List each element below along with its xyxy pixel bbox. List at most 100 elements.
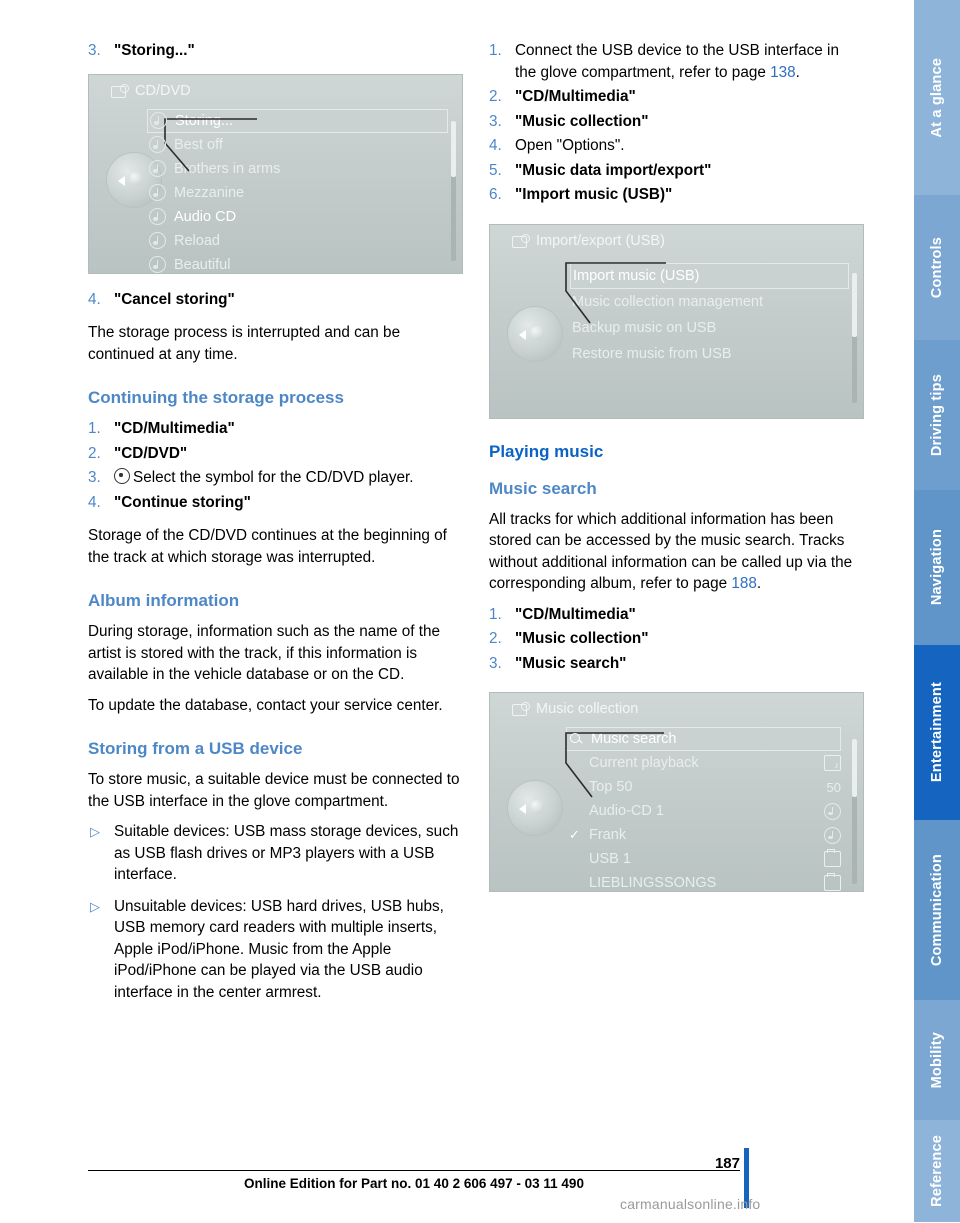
step-number: 3. [88, 42, 101, 59]
list-item[interactable]: ✓ Frank [568, 823, 841, 847]
side-tab-label: At a glance [929, 57, 945, 138]
paragraph-storage-continues: Storage of the CD/DVD continues at the b… [88, 527, 447, 566]
heading-playing-music: Playing music [489, 441, 604, 461]
side-tab-label: Mobility [929, 1031, 945, 1089]
list-item: ▷ Unsuitable devices: USB hard drives, U… [88, 896, 463, 1004]
heading-album-information: Album information [88, 591, 240, 610]
footer-text: Online Edition for Part no. 01 40 2 606 … [244, 1176, 584, 1191]
storing-step-list: 3. "Storing..." [88, 40, 463, 62]
list-item: ▷ Suitable devices: USB mass storage dev… [88, 821, 463, 886]
screen-title: CD/DVD [135, 82, 191, 99]
side-tab-reference[interactable]: Reference [914, 1120, 960, 1222]
heading-continuing-storage: Continuing the storage process [88, 388, 344, 407]
page-reference-link[interactable]: 138 [770, 64, 796, 81]
list-item-label: USB 1 [589, 851, 631, 867]
side-tab-label: Communication [929, 853, 945, 967]
list-item: 1. "CD/Multimedia" [489, 604, 864, 626]
list-item-label: Reload [174, 232, 220, 249]
side-tab-label: Entertainment [929, 682, 945, 783]
scrollbar[interactable] [852, 272, 857, 403]
left-column: 3. "Storing..." CD/DVD Storing... Best o… [88, 40, 463, 1013]
heading-storing-usb: Storing from a USB device [88, 739, 303, 758]
list-item: 1. "CD/Multimedia" [88, 418, 463, 440]
step-text: Connect the USB device to the USB interf… [515, 42, 839, 81]
cd-multimedia-icon [111, 83, 129, 98]
scrollbar-thumb[interactable] [451, 120, 456, 177]
list-item: 2. "CD/DVD" [88, 443, 463, 465]
side-tab-navigation[interactable]: Navigation [914, 490, 960, 645]
paragraph-text: All tracks for which additional informat… [489, 510, 853, 593]
list-item: 3. Select the symbol for the CD/DVD play… [88, 467, 463, 489]
side-tab-at-a-glance[interactable]: At a glance [914, 0, 960, 195]
list-item[interactable]: Restore music from USB [572, 341, 849, 367]
triangle-bullet-icon: ▷ [90, 898, 100, 914]
list-item: 5. "Music data import/export" [489, 160, 864, 182]
step-number: 2. [88, 444, 101, 462]
music-note-icon [149, 160, 166, 177]
page-reference-link[interactable]: 188 [731, 575, 757, 592]
step-text: "CD/Multimedia" [515, 88, 636, 105]
folder-icon [824, 873, 841, 891]
step-number: 4. [88, 493, 101, 511]
cancel-storing-step: 4. "Cancel storing" [88, 289, 463, 311]
list-item-value: 50 [826, 779, 841, 795]
list-item-label: Beautiful [174, 256, 231, 273]
step-number: 1. [489, 605, 502, 623]
screen-title-row: Music collection [490, 693, 863, 723]
note-box-icon: ♪ [824, 755, 841, 771]
watermark: carmanualsonline.info [620, 1196, 761, 1212]
list-item-label: Frank [589, 827, 627, 843]
list-item: 4. "Cancel storing" [88, 289, 463, 311]
triangle-bullet-icon: ▷ [90, 824, 100, 839]
screen-title: Import/export (USB) [536, 232, 665, 249]
step-number: 6. [489, 186, 502, 203]
scrollbar[interactable] [451, 120, 456, 261]
scrollbar-thumb[interactable] [852, 272, 857, 337]
bullet-text: Suitable devices: USB mass storage devic… [114, 823, 459, 883]
side-tab-driving-tips[interactable]: Driving tips [914, 340, 960, 490]
step-text: "Storing..." [114, 42, 195, 59]
list-item[interactable]: LIEBLINGSSONGS [568, 871, 841, 891]
side-tab-communication[interactable]: Communication [914, 820, 960, 1000]
list-item: 6. "Import music (USB)" [489, 184, 864, 206]
list-item: 2. "Music collection" [489, 628, 864, 650]
idrive-screen-cd-dvd: CD/DVD Storing... Best off Brothers in a… [88, 73, 463, 274]
step-text: "Music collection" [515, 630, 649, 647]
side-tab-rail: At a glance Controls Driving tips Navigatio… [900, 0, 960, 1223]
heading-music-search: Music search [489, 478, 597, 498]
list-item: 4. Open "Options". [489, 135, 864, 157]
device-bullet-list: ▷ Suitable devices: USB mass storage dev… [88, 821, 463, 1003]
scrollbar-thumb[interactable] [852, 739, 857, 797]
paragraph-suffix: . [756, 575, 762, 592]
paragraph-interrupted: The storage process is interrupted and c… [88, 324, 401, 363]
list-item-label: Restore music from USB [572, 345, 732, 362]
list-item[interactable]: Audio-CD 1 [568, 799, 841, 823]
screen-title-row: CD/DVD [89, 75, 462, 105]
bullet-text: Unsuitable devices: USB hard drives, USB… [114, 897, 444, 1001]
side-tab-label: Controls [929, 236, 945, 299]
list-item: 2. "CD/Multimedia" [489, 86, 864, 108]
paragraph-music-search: All tracks for which additional informat… [489, 509, 864, 595]
list-item[interactable]: USB 1 [568, 847, 841, 871]
list-item-label: LIEBLINGSSONGS [589, 875, 717, 891]
footer-divider [88, 1170, 740, 1171]
step-text: "Cancel storing" [114, 290, 235, 308]
step-number: 1. [88, 420, 101, 437]
list-item[interactable]: Mezzanine [149, 181, 448, 205]
idrive-screen-music-collection: Music collection Music search Current pl… [489, 692, 864, 892]
side-tab-label: Reference [929, 1135, 945, 1207]
scrollbar[interactable] [852, 739, 857, 884]
side-tab-mobility[interactable]: Mobility [914, 1000, 960, 1120]
list-item[interactable]: Reload [149, 229, 448, 253]
right-column: 1. Connect the USB device to the USB int… [489, 40, 864, 892]
list-item-label: Audio CD [174, 208, 237, 225]
list-item[interactable]: Audio CD [149, 205, 448, 229]
side-tab-entertainment[interactable]: Entertainment [914, 645, 960, 820]
music-note-icon [149, 208, 166, 225]
step-text: "CD/Multimedia" [114, 420, 235, 437]
step-text: "Music collection" [515, 112, 649, 130]
list-item[interactable]: Beautiful [149, 253, 448, 273]
controller-knob-graphic [508, 781, 562, 835]
side-tab-controls[interactable]: Controls [914, 195, 960, 340]
list-item-label: Mezzanine [174, 184, 245, 201]
